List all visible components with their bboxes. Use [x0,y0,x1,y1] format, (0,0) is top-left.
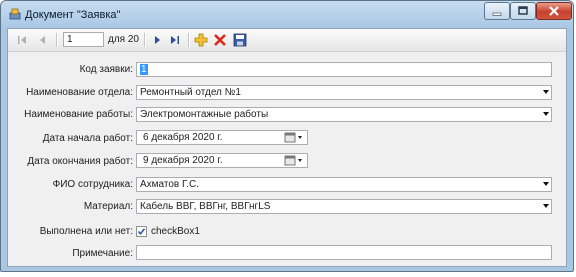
request-code-label: Код заявки: [79,64,133,75]
chevron-down-icon[interactable] [543,204,549,208]
calendar-icon[interactable] [284,155,304,166]
toolbar-separator [188,33,190,47]
chevron-down-icon[interactable] [543,90,549,94]
window-title: Документ "Заявка" [25,9,121,21]
request-code-value: 1 [140,64,148,75]
move-next-icon[interactable] [149,32,165,48]
move-last-icon[interactable] [167,32,183,48]
form-area: 1 для 20 Код заявки: 1 Наименование отде… [7,28,567,267]
completed-checkbox-label[interactable]: checkBox1 [151,226,200,237]
add-new-icon[interactable] [193,32,209,48]
record-count-label: для 20 [108,34,139,45]
checkmark-icon [137,228,146,236]
end-date-value: 9 декабря 2020 г. [143,155,223,166]
completed-checkbox[interactable] [136,226,147,237]
binding-navigator: 1 для 20 [8,29,566,52]
toolbar-separator [56,33,58,47]
chevron-down-icon[interactable] [543,112,549,116]
note-label: Примечание: [72,248,133,259]
request-code-field[interactable]: 1 [136,62,552,77]
material-combobox[interactable]: Кабель ВВГ, ВВГнг, ВВГнгLS [136,199,552,214]
note-field[interactable] [136,245,552,260]
app-icon [9,8,21,20]
minimize-icon [492,12,502,16]
close-button[interactable] [536,2,572,20]
material-value: Кабель ВВГ, ВВГнг, ВВГнгLS [140,201,271,212]
title-bar[interactable]: Документ "Заявка" [1,1,573,28]
maximize-button[interactable] [510,2,536,20]
maximize-icon [518,6,528,15]
toolbar-separator [144,33,146,47]
start-date-label: Дата начала работ: [42,133,133,144]
material-label: Материал: [83,201,133,212]
delete-icon[interactable] [212,32,228,48]
move-first-icon[interactable] [14,32,30,48]
document-window: Документ "Заявка" 1 для 20 Код заявки: 1… [0,0,574,272]
employee-combobox[interactable]: Ахматов Г.С. [136,177,552,192]
position-input[interactable]: 1 [63,32,104,47]
work-name-value: Электромонтажные работы [140,109,269,120]
move-previous-icon[interactable] [35,32,51,48]
work-name-combobox[interactable]: Электромонтажные работы [136,107,552,122]
employee-label: ФИО сотрудника: [52,179,133,190]
chevron-down-icon[interactable] [543,182,549,186]
calendar-icon[interactable] [284,132,304,143]
department-label: Наименование отдела: [26,87,133,98]
department-value: Ремонтный отдел №1 [140,87,241,98]
close-icon [549,6,559,16]
employee-value: Ахматов Г.С. [140,179,199,190]
save-icon[interactable] [232,32,248,48]
minimize-button[interactable] [484,2,510,20]
work-name-label: Наименование работы: [24,109,133,120]
end-date-label: Дата окончания работ: [27,156,133,167]
start-date-value: 6 декабря 2020 г. [143,132,223,143]
department-combobox[interactable]: Ремонтный отдел №1 [136,85,552,100]
start-date-picker[interactable]: 6 декабря 2020 г. [136,130,308,145]
end-date-picker[interactable]: 9 декабря 2020 г. [136,153,308,168]
completed-label: Выполнена или нет: [39,226,133,237]
